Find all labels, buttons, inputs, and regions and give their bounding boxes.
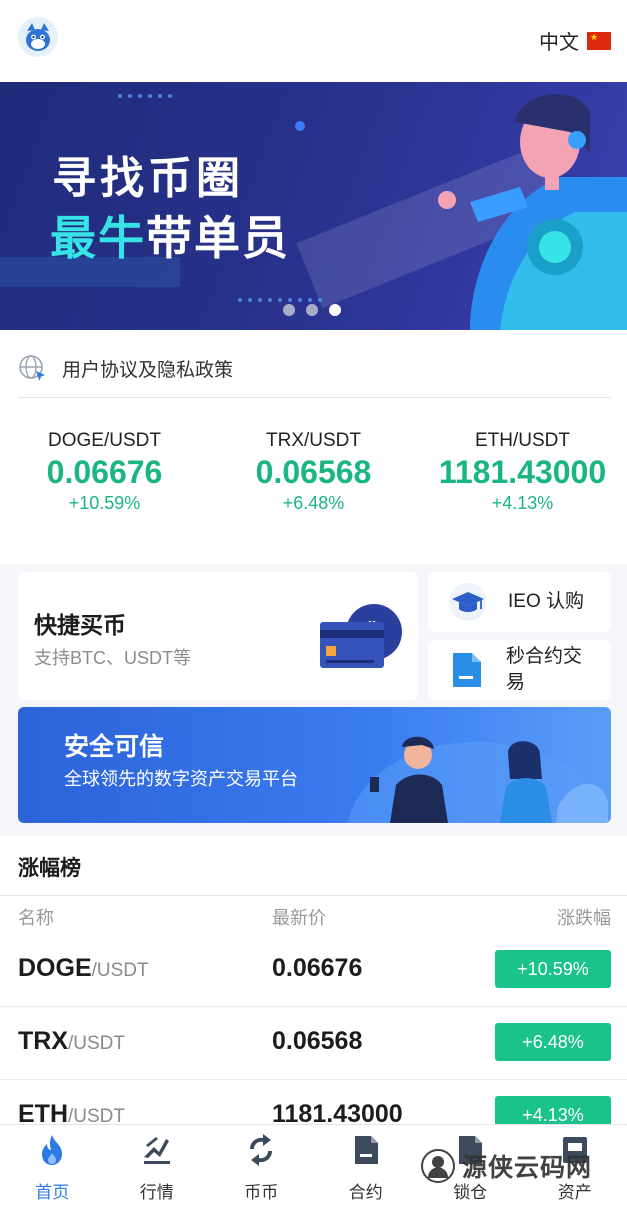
ieo-subscription-card[interactable]: IEO 认购 [428,572,611,632]
row-symbol: DOGE/USDT [18,954,149,983]
table-row[interactable]: TRX/USDT 0.06568 +6.48% [0,1007,627,1080]
exchange-icon [250,1134,273,1166]
tab-label: 行情 [139,1183,174,1202]
row-symbol: ETH/USDT [18,1100,125,1124]
ticker-pair: ETH/USDT [475,430,570,451]
ieo-label: IEO 认购 [508,591,585,612]
carousel-dot-active[interactable] [329,304,341,316]
gainers-table: DOGE/USDT 0.06676 +10.59% TRX/USDT 0.065… [0,934,627,1124]
secure-title: 安全可信 [64,733,165,761]
site-watermark: 源侠云码网 [420,1148,592,1184]
row-quote-asset: /USDT [68,1033,125,1054]
market-icon [143,1137,170,1164]
row-quote-asset: /USDT [68,1106,125,1124]
ticker-price: 1181.43000 [438,454,607,490]
tab-label: 合约 [348,1183,383,1202]
ticker-item[interactable]: TRX/USDT 0.06568 +6.48% [209,430,418,530]
row-quote-asset: /USDT [91,960,149,981]
promo-banner[interactable]: 寻找币圈 最牛带单员 [0,82,627,330]
policy-notice-text: 用户协议及隐私政策 [62,360,234,381]
column-header-price: 最新价 [272,908,326,928]
carousel-dot[interactable] [283,304,295,316]
china-flag-icon [587,31,611,50]
row-base-asset: ETH [18,1100,68,1124]
banner-headline-highlight: 最牛 [50,212,146,264]
divider [0,895,627,896]
carousel-dot[interactable] [306,304,318,316]
document-icon [453,653,481,687]
column-header-change: 涨跌幅 [557,908,611,928]
row-price: 0.06676 [272,954,363,982]
tab-label: 首页 [35,1183,70,1202]
table-row[interactable]: ETH/USDT 1181.43000 +4.13% [0,1080,627,1124]
second-contract-card[interactable]: 秒合约交易 [428,640,611,700]
language-label: 中文 [539,32,579,54]
gainers-table-header: 名称 最新价 涨跌幅 [18,904,611,928]
tab-exchange[interactable]: 币币 [209,1125,314,1205]
watermark-text: 源侠云码网 [462,1154,593,1182]
tab-label: 币币 [244,1183,279,1202]
banner-headline-line2: 最牛带单员 [50,202,290,268]
row-change-badge: +10.59% [495,950,611,988]
ticker-price: 0.06568 [255,454,372,490]
quick-buy-card[interactable]: 快捷买币 支持BTC、USDT等 ₿ [18,572,418,700]
row-base-asset: DOGE [18,954,92,982]
flame-icon [42,1135,63,1165]
ticker-pair: TRX/USDT [266,430,361,451]
ticker-pair: DOGE/USDT [48,430,161,451]
quick-buy-subtitle: 支持BTC、USDT等 [34,648,191,668]
ticker-strip: DOGE/USDT 0.06676 +10.59% TRX/USDT 0.065… [0,430,627,530]
ticker-item[interactable]: DOGE/USDT 0.06676 +10.59% [0,430,209,530]
hooded-figure-logo-icon [421,1149,455,1183]
policy-notice-link[interactable]: 用户协议及隐私政策 [18,340,611,398]
row-change-badge: +4.13% [495,1096,611,1124]
ticker-price: 0.06676 [46,454,163,490]
app-logo[interactable] [18,17,58,57]
table-row[interactable]: DOGE/USDT 0.06676 +10.59% [0,934,627,1007]
quick-buy-title: 快捷买币 [34,612,126,638]
carousel-indicator [283,304,341,316]
graduation-cap-icon [449,583,487,621]
secure-platform-banner[interactable]: 安全可信 全球领先的数字资产交易平台 [18,707,611,823]
row-symbol: TRX/USDT [18,1027,125,1056]
second-contract-label: 秒合约交易 [506,646,583,693]
row-change-badge: +6.48% [495,1023,611,1061]
tab-home[interactable]: 首页 [0,1125,105,1205]
tab-market[interactable]: 行情 [105,1125,210,1205]
row-price: 0.06568 [272,1027,363,1055]
ticker-change: +6.48% [282,493,345,513]
globe-cursor-icon [19,354,45,381]
ticker-item[interactable]: ETH/USDT 1181.43000 +4.13% [418,430,627,530]
ticker-change: +4.13% [491,493,554,513]
contract-icon [354,1136,378,1164]
ticker-change: +10.59% [68,493,141,513]
column-header-name: 名称 [18,908,54,928]
bank-card-bitcoin-icon: ₿ [320,604,402,668]
tab-contract[interactable]: 合约 [314,1125,419,1205]
row-price: 1181.43000 [272,1100,403,1124]
gainers-list-title: 涨幅榜 [18,857,81,880]
banner-headline-rest: 带单员 [146,212,290,264]
language-switcher[interactable]: 中文 [539,26,611,55]
row-base-asset: TRX [18,1027,68,1055]
secure-subtitle: 全球领先的数字资产交易平台 [64,769,298,789]
top-header: 中文 [0,0,627,78]
banner-headline-line1: 寻找币圈 [52,154,244,203]
